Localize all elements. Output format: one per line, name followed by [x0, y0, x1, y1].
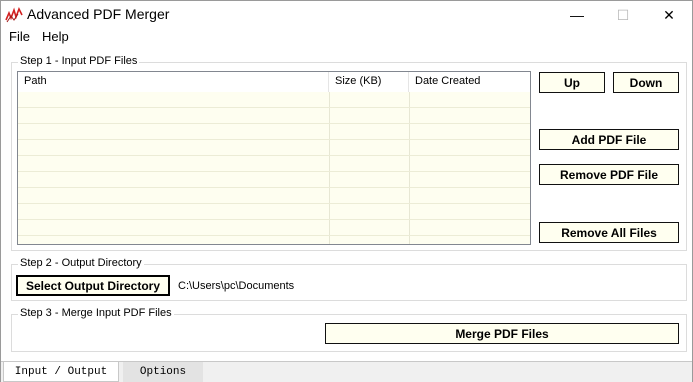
- move-up-button[interactable]: Up: [539, 72, 605, 93]
- tab-options[interactable]: Options: [123, 362, 203, 382]
- pdf-file-list[interactable]: Path Size (KB) Date Created: [17, 71, 531, 245]
- output-directory-legend: Step 2 - Output Directory: [18, 257, 144, 269]
- tab-input-output[interactable]: Input / Output: [3, 362, 119, 382]
- merge-group: Step 3 - Merge Input PDF Files Merge PDF…: [11, 307, 687, 352]
- remove-pdf-file-button[interactable]: Remove PDF File: [539, 164, 679, 185]
- list-header: Path Size (KB) Date Created: [18, 72, 530, 92]
- merge-legend: Step 3 - Merge Input PDF Files: [18, 307, 174, 319]
- bottom-tab-bar: Input / Output Options: [1, 361, 692, 382]
- column-header-date[interactable]: Date Created: [409, 72, 530, 92]
- select-output-directory-button[interactable]: Select Output Directory: [16, 275, 170, 296]
- menu-help[interactable]: Help: [42, 29, 69, 44]
- column-header-path[interactable]: Path: [18, 72, 329, 92]
- list-row-empty: [18, 188, 530, 204]
- main-content: Step 1 - Input PDF Files Path Size (KB) …: [1, 47, 692, 361]
- app-window: Advanced PDF Merger — ☐ ✕ File Help Step…: [0, 0, 693, 382]
- close-button[interactable]: ✕: [646, 1, 692, 29]
- list-rows: [18, 92, 530, 236]
- input-files-legend: Step 1 - Input PDF Files: [18, 55, 140, 67]
- add-pdf-file-button[interactable]: Add PDF File: [539, 129, 679, 150]
- move-down-button[interactable]: Down: [613, 72, 679, 93]
- list-row-empty: [18, 92, 530, 108]
- maximize-button[interactable]: ☐: [600, 1, 646, 29]
- merge-pdf-files-button[interactable]: Merge PDF Files: [325, 323, 679, 344]
- list-row-empty: [18, 108, 530, 124]
- list-row-empty: [18, 172, 530, 188]
- output-directory-group: Step 2 - Output Directory Select Output …: [11, 257, 687, 301]
- app-icon: [5, 7, 23, 23]
- title-bar: Advanced PDF Merger — ☐ ✕: [1, 1, 692, 29]
- column-header-size[interactable]: Size (KB): [329, 72, 409, 92]
- list-row-empty: [18, 124, 530, 140]
- input-files-group: Step 1 - Input PDF Files Path Size (KB) …: [11, 55, 687, 251]
- window-title: Advanced PDF Merger: [27, 6, 170, 22]
- minimize-button[interactable]: —: [554, 1, 600, 29]
- output-directory-path: C:\Users\pc\Documents: [178, 280, 295, 292]
- list-row-empty: [18, 204, 530, 220]
- list-row-empty: [18, 140, 530, 156]
- menu-bar: File Help: [1, 29, 692, 47]
- list-row-empty: [18, 220, 530, 236]
- menu-file[interactable]: File: [9, 29, 30, 44]
- list-row-empty: [18, 156, 530, 172]
- remove-all-files-button[interactable]: Remove All Files: [539, 222, 679, 243]
